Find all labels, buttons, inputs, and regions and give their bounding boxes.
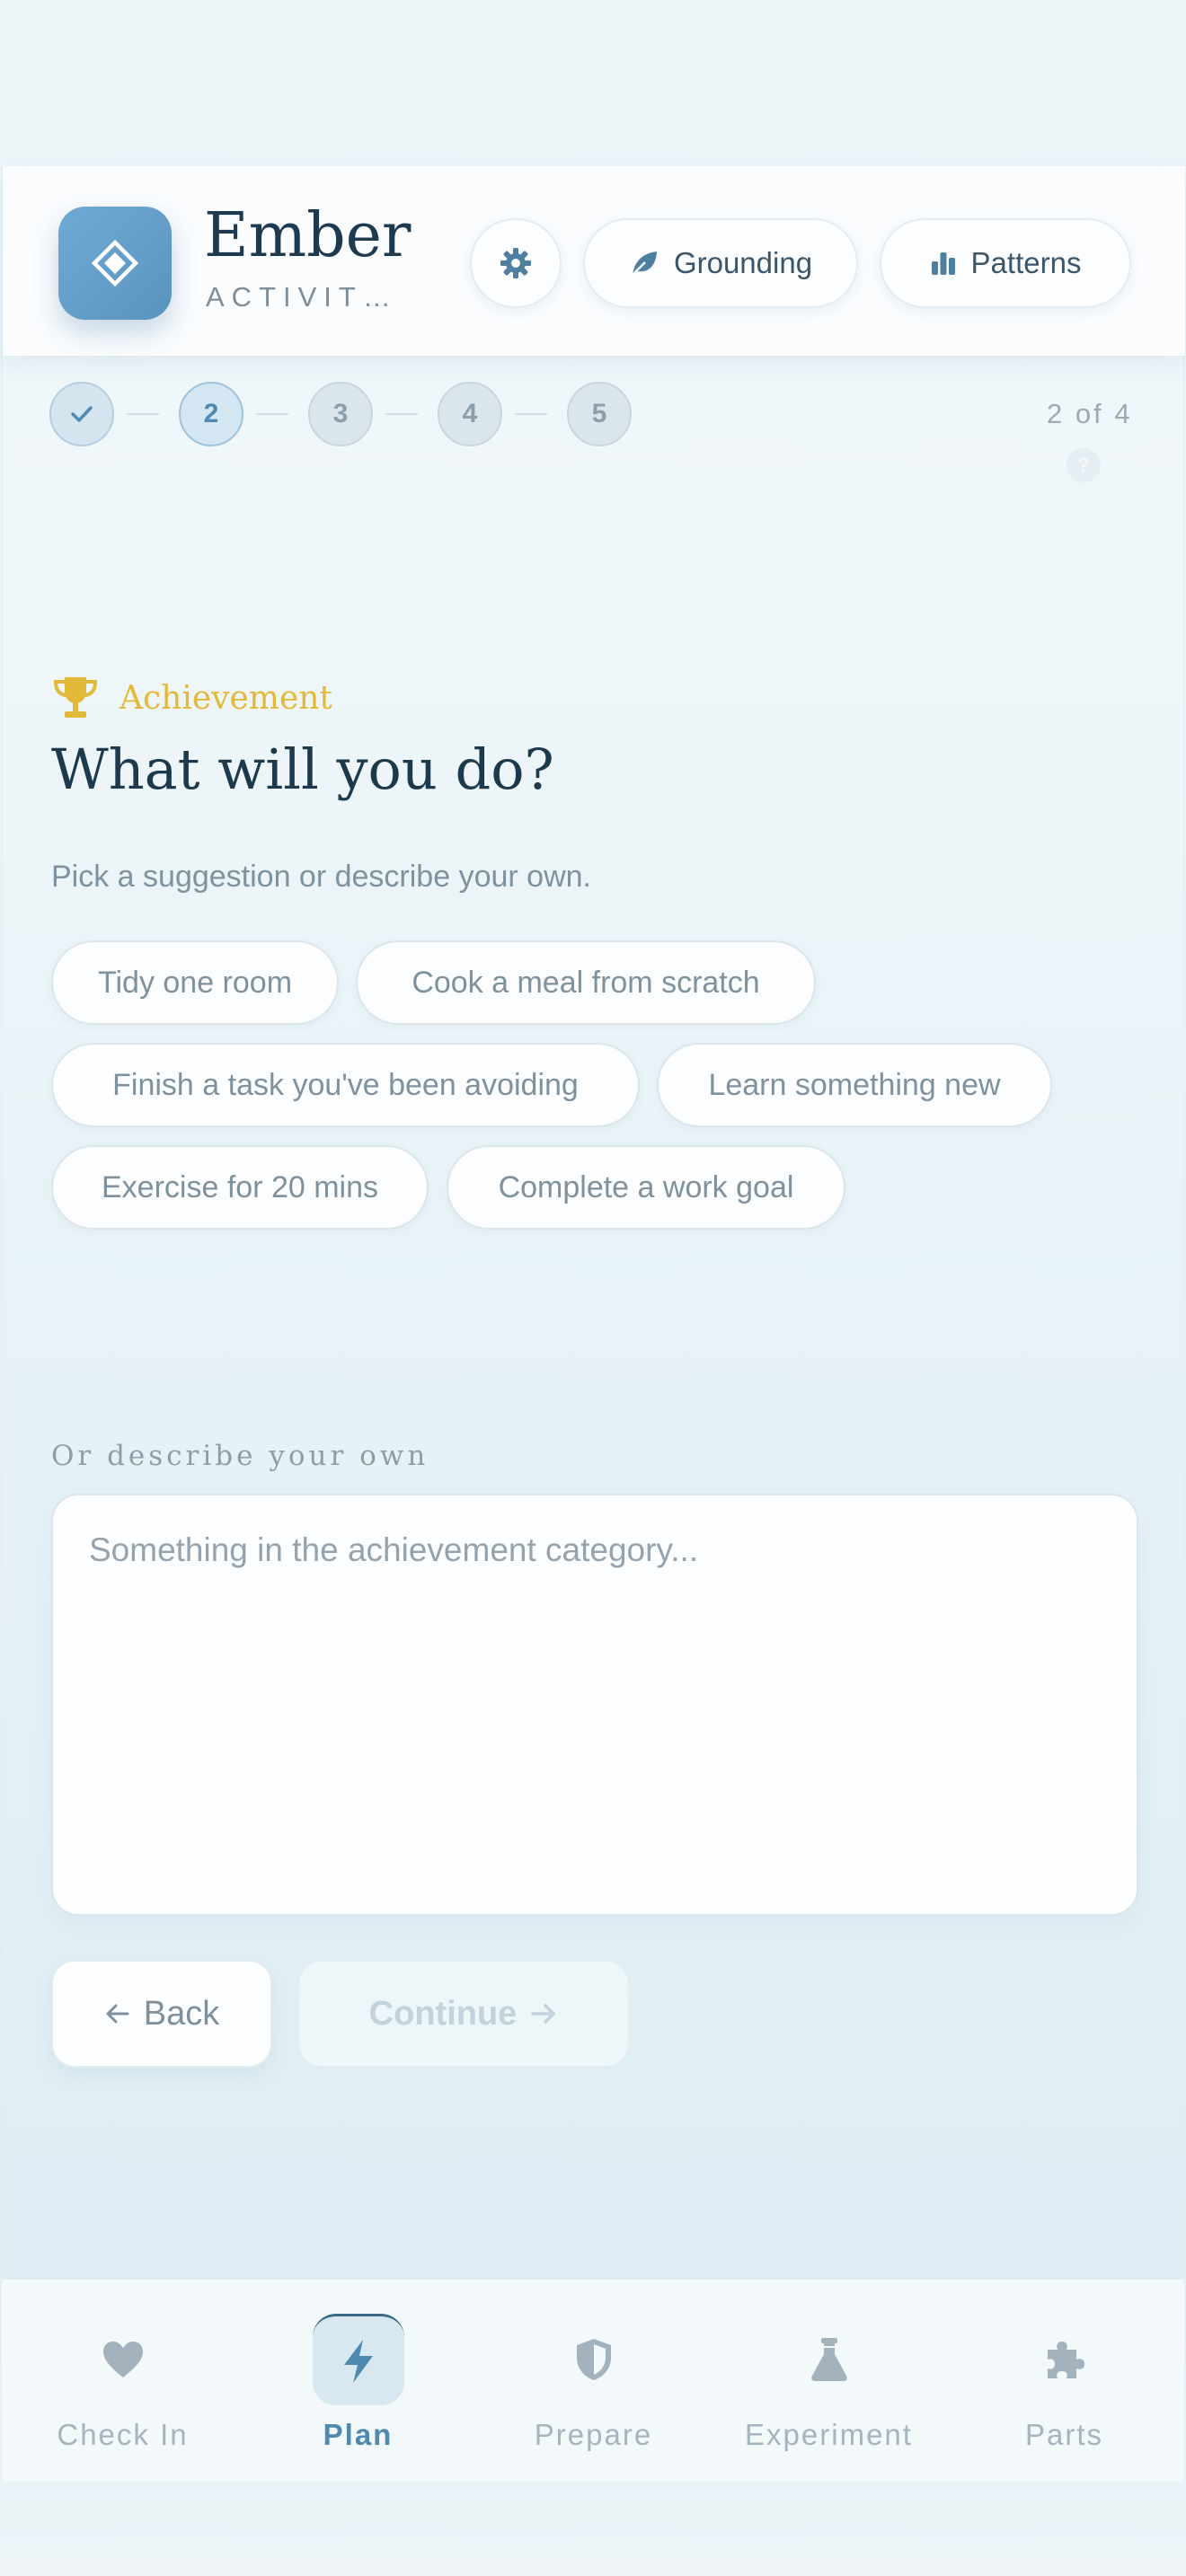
shield-icon [548, 2314, 640, 2405]
app-logo[interactable] [58, 207, 172, 320]
category-label: Achievement [119, 679, 332, 717]
app-shell: Ember ACTIVITY … [2, 166, 1185, 2482]
nav-label: Parts [1024, 2418, 1104, 2451]
check-icon [71, 406, 93, 422]
app-header: Ember ACTIVITY … [3, 166, 1185, 357]
back-label: Back [143, 1994, 220, 2033]
nav-item-check-in[interactable]: Check In [4, 2280, 241, 2483]
grounding-button[interactable]: Grounding [583, 218, 858, 308]
help-icon[interactable]: ? [1067, 448, 1101, 482]
brand-name: Ember [204, 200, 412, 271]
nav-item-experiment[interactable]: Experiment [711, 2280, 947, 2483]
puzzle-icon [1019, 2314, 1111, 2405]
own-description-label: Or describe your own [51, 1440, 429, 1472]
nav-item-plan[interactable]: Plan [240, 2280, 476, 2483]
suggestion-chip[interactable]: Exercise for 20 mins [51, 1145, 429, 1230]
back-button[interactable]: Back [51, 1960, 272, 2068]
diamond-icon [92, 240, 138, 287]
step-connector [515, 413, 547, 415]
nav-label: Plan [323, 2418, 394, 2451]
step-count: 2 of 4 [1047, 398, 1133, 429]
own-description-input[interactable]: Something in the achievement category... [51, 1494, 1138, 1916]
heart-icon [77, 2314, 169, 2405]
step-connector [385, 413, 418, 415]
leaf-icon [632, 251, 657, 276]
nav-label: Experiment [745, 2418, 913, 2451]
suggestion-chip[interactable]: Complete a work goal [447, 1145, 845, 1230]
step-2[interactable]: 2 [179, 382, 243, 446]
grounding-label: Grounding [673, 246, 813, 279]
step-5[interactable]: 5 [567, 382, 632, 446]
flask-icon [783, 2314, 875, 2405]
nav-item-parts[interactable]: Parts [946, 2280, 1182, 2483]
trophy-icon [53, 677, 98, 718]
nav-label: Prepare [534, 2418, 653, 2451]
patterns-label: Patterns [970, 246, 1082, 279]
suggestion-chip[interactable]: Learn something new [657, 1043, 1052, 1127]
hint-text: Pick a suggestion or describe your own. [51, 860, 591, 894]
suggestion-chip[interactable]: Cook a meal from scratch [356, 940, 816, 1025]
settings-button[interactable] [470, 218, 562, 308]
step-connector [127, 413, 159, 415]
continue-label: Continue [368, 1994, 518, 2033]
lightning-icon [312, 2314, 404, 2405]
page-title: What will you do? [51, 737, 554, 802]
gear-icon [500, 248, 531, 278]
step-connector [256, 413, 288, 415]
step-3[interactable]: 3 [308, 382, 373, 446]
own-description-placeholder: Something in the achievement category... [89, 1531, 699, 1568]
suggestion-chip[interactable]: Finish a task you've been avoiding [51, 1043, 640, 1127]
category-header: Achievement [51, 674, 332, 722]
step-4[interactable]: 4 [438, 382, 502, 446]
patterns-button[interactable]: Patterns [880, 218, 1131, 308]
step-1[interactable] [49, 382, 114, 446]
bar-chart-icon [931, 252, 955, 275]
suggestion-chip[interactable]: Tidy one room [51, 940, 339, 1025]
brand-subtitle: ACTIVITY … [206, 281, 412, 313]
arrow-right-icon [531, 2004, 556, 2024]
continue-button[interactable]: Continue [297, 1960, 630, 2068]
nav-label: Check In [57, 2418, 189, 2451]
arrow-left-icon [106, 2004, 129, 2024]
nav-item-prepare[interactable]: Prepare [475, 2280, 712, 2483]
bottom-nav: Check In Plan Prepare Experiment Parts [2, 2279, 1184, 2482]
